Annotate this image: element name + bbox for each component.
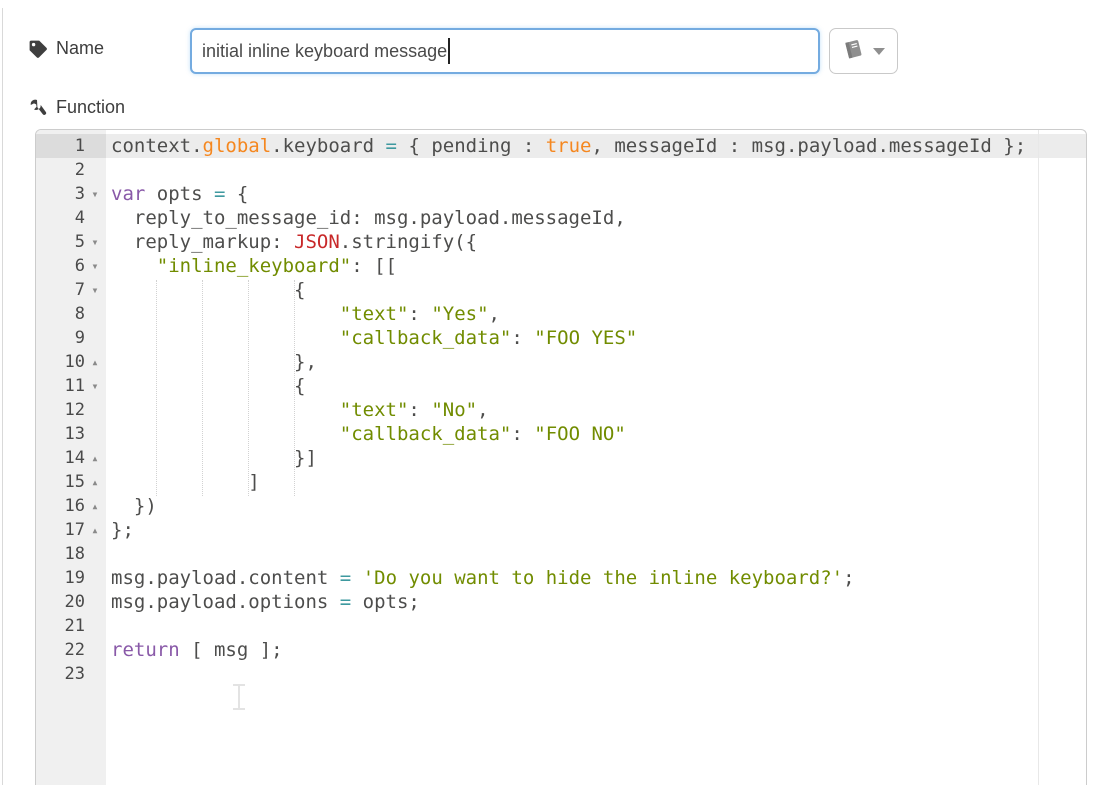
gutter-line-number: 10▴ [36,350,106,374]
code-line[interactable]: { [111,278,305,302]
gutter-line-number: 19 [36,566,106,590]
gutter-line-number: 13 [36,422,106,446]
fold-down-icon[interactable]: ▾ [87,182,103,206]
code-line[interactable]: }; [111,518,134,542]
function-node-edit-dialog: Name initial inline keyboard message Fu [0,0,1105,785]
name-label: Name [28,38,104,59]
function-label-text: Function [56,97,125,118]
gutter-line-number: 20 [36,590,106,614]
gutter-line-number: 11▾ [36,374,106,398]
function-code-editor[interactable]: context.global.keyboard = { pending : tr… [35,129,1087,785]
code-line[interactable]: }) [111,494,157,518]
code-line[interactable]: var opts = { [111,182,248,206]
code-line[interactable]: "callback_data": "FOO NO" [111,422,626,446]
code-line[interactable]: "callback_data": "FOO YES" [111,326,637,350]
gutter-line-number: 3▾ [36,182,106,206]
fold-down-icon[interactable]: ▾ [87,254,103,278]
mouse-ibeam-cursor [231,683,247,711]
name-label-text: Name [56,38,104,59]
gutter-line-number: 23 [36,662,106,686]
code-line[interactable]: msg.payload.content = 'Do you want to hi… [111,566,855,590]
code-line[interactable]: "text": "No", [111,398,489,422]
fold-up-icon[interactable]: ▴ [87,494,103,518]
gutter-line-number: 6▾ [36,254,106,278]
gutter-line-number: 9 [36,326,106,350]
gutter-line-number: 22 [36,638,106,662]
fold-down-icon[interactable]: ▾ [87,278,103,302]
function-label: Function [28,97,125,118]
fold-up-icon[interactable]: ▴ [87,518,103,542]
fold-up-icon[interactable]: ▴ [87,350,103,374]
fold-up-icon[interactable]: ▴ [87,446,103,470]
code-pane[interactable]: context.global.keyboard = { pending : tr… [106,130,1086,785]
code-line[interactable]: "text": "Yes", [111,302,500,326]
code-line[interactable]: context.global.keyboard = { pending : tr… [111,134,1026,158]
gutter-line-number: 7▾ [36,278,106,302]
library-button[interactable] [829,28,898,74]
code-line[interactable]: }] [111,446,317,470]
code-line[interactable]: ] [111,470,260,494]
tag-icon [28,39,48,59]
wrench-icon [28,98,48,118]
code-line[interactable]: msg.payload.options = opts; [111,590,420,614]
code-line[interactable]: "inline_keyboard": [[ [111,254,397,278]
dialog-edge-divider [2,8,3,785]
gutter-line-number: 8 [36,302,106,326]
code-line[interactable]: reply_to_message_id: msg.payload.message… [111,206,626,230]
text-caret [448,38,450,64]
line-number-gutter: 123▾45▾6▾7▾8910▴11▾121314▴15▴16▴17▴18192… [36,130,106,785]
gutter-line-number: 17▴ [36,518,106,542]
code-line[interactable]: { [111,374,305,398]
print-margin-ruler [1038,130,1039,785]
gutter-line-number: 15▴ [36,470,106,494]
gutter-line-number: 16▴ [36,494,106,518]
fold-down-icon[interactable]: ▾ [87,374,103,398]
fold-down-icon[interactable]: ▾ [87,230,103,254]
code-line[interactable]: }, [111,350,317,374]
gutter-line-number: 5▾ [36,230,106,254]
gutter-line-number: 12 [36,398,106,422]
caret-down-icon [873,48,885,55]
name-input[interactable]: initial inline keyboard message [190,28,820,74]
name-input-value: initial inline keyboard message [202,41,447,62]
gutter-line-number: 1 [36,134,106,158]
gutter-line-number: 14▴ [36,446,106,470]
gutter-line-number: 2 [36,158,106,182]
code-line[interactable]: reply_markup: JSON.stringify({ [111,230,477,254]
fold-up-icon[interactable]: ▴ [87,470,103,494]
book-icon [842,38,866,65]
code-line[interactable]: return [ msg ]; [111,638,283,662]
gutter-line-number: 21 [36,614,106,638]
gutter-line-number: 4 [36,206,106,230]
gutter-line-number: 18 [36,542,106,566]
